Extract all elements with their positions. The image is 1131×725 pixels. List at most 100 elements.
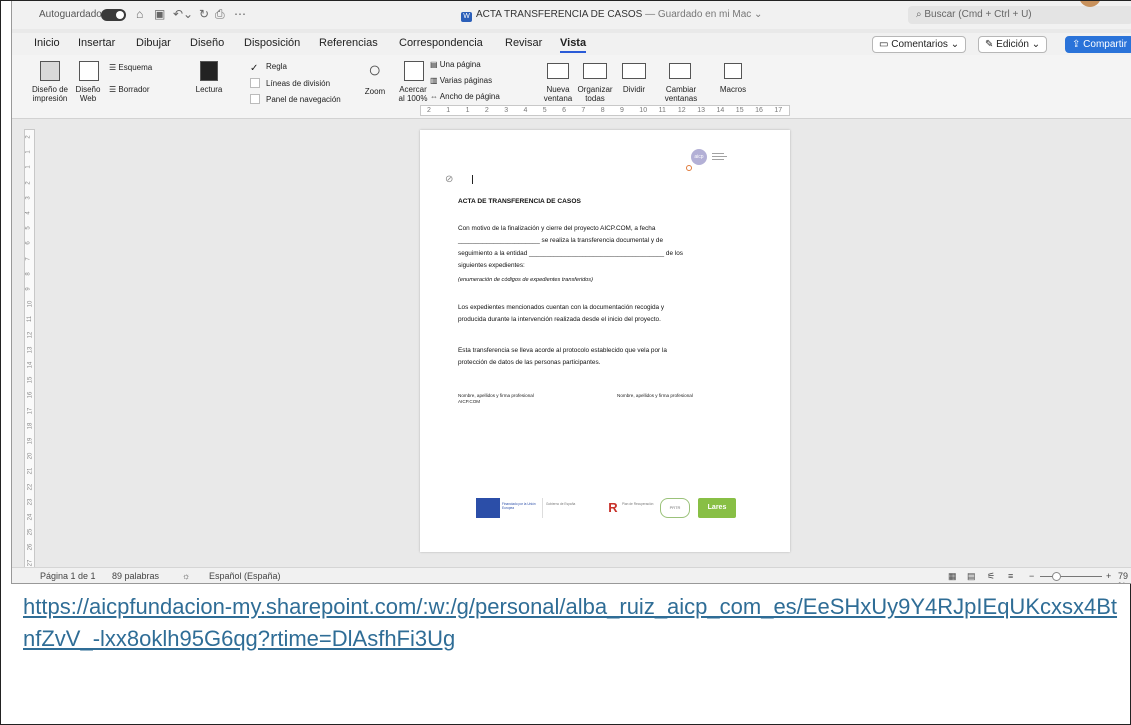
check-icon: ✓ (250, 63, 259, 74)
ruler-tick-label: 13 (697, 107, 705, 114)
arrange-all-icon (583, 63, 607, 79)
macros-label: Macros (719, 85, 747, 94)
ruler-tick-label: 1 (25, 165, 32, 170)
recovery-plan-text: Plan de Recuperación (622, 502, 654, 506)
ruler-tick-label: 27 (27, 559, 34, 566)
proofing-icon[interactable]: ☼ (182, 571, 190, 581)
signature-left-line: Nombre, apellidos y firma profesional (458, 393, 534, 398)
one-page-button[interactable]: ▤ Una página (430, 60, 481, 69)
macros-icon (724, 63, 742, 79)
share-label: Compartir (1083, 39, 1128, 50)
draft-button[interactable]: ☰ Borrador (109, 85, 150, 94)
split-label: Dividir (622, 85, 646, 94)
zoom-out-icon[interactable]: − (1029, 571, 1034, 581)
print-icon[interactable]: ⎙ (215, 7, 225, 22)
ruler-tick-label: 4 (523, 107, 528, 114)
page-count[interactable]: Página 1 de 1 (40, 571, 96, 581)
web-layout-icon (79, 61, 99, 81)
ruler-tick-label: 10 (27, 300, 34, 308)
document-title-text: ACTA TRANSFERENCIA DE CASOS (476, 9, 643, 20)
ruler-tick-label: 6 (562, 107, 566, 114)
aicp-logo-text: ▬▬▬▬ ▬▬▬▬▬ ▬▬▬▬ (712, 151, 727, 161)
editing-button[interactable]: ✎ Edición ⌄ (978, 36, 1048, 53)
print-layout-view-icon[interactable]: ▦ (948, 571, 957, 582)
share-button[interactable]: ⇪ Compartir (1065, 36, 1131, 53)
status-bar: Página 1 de 1 89 palabras ☼ Español (Esp… (12, 567, 1131, 583)
ruler-tick-label: 1 (465, 107, 470, 114)
zoom-100-label: Acercar al 100% (398, 85, 428, 103)
sharepoint-link[interactable]: https://aicpfundacion-my.sharepoint.com/… (23, 591, 1123, 655)
search-placeholder: Buscar (Cmd + Ctrl + U) (924, 9, 1032, 20)
comments-button[interactable]: ▭ Comentarios ⌄ (872, 36, 967, 53)
ruler-tick-label: 9 (25, 287, 32, 291)
outline-icon: ☰ (109, 63, 119, 72)
undo-icon[interactable]: ↶⌄ (173, 7, 193, 21)
tab-insertar[interactable]: Insertar (78, 37, 115, 49)
editing-label: Edición (996, 39, 1029, 50)
nav-pane-label: Panel de navegación (266, 95, 341, 104)
ruler-tick-label: 7 (581, 107, 586, 114)
vertical-ruler[interactable]: 2 1 1 2 3 4 5 6 7 8 9 10 11 12 13 14 15 16 17 18 19 20 21 22 23 2… (24, 129, 35, 569)
gridlines-checkbox[interactable]: Líneas de división (250, 78, 330, 88)
ruler-tick-label: 16 (755, 107, 763, 114)
doc-title: ACTA DE TRANSFERENCIA DE CASOS (458, 198, 581, 205)
zoom-level[interactable]: 79 % (1118, 571, 1131, 583)
focus-view-icon[interactable]: ⚟ (987, 571, 995, 582)
horizontal-ruler[interactable]: 2 1 1 2 3 4 5 6 7 8 9 10 11 12 13 14 15 16 17 (420, 105, 790, 116)
home-icon[interactable]: ⌂ (136, 7, 143, 21)
tab-disposicion[interactable]: Disposición (244, 37, 300, 49)
reading-label: Lectura (195, 85, 223, 94)
outline-view-icon[interactable]: ≡ (1008, 571, 1013, 581)
ruler-tick-label: 3 (25, 196, 32, 200)
ruler-tick-label: 15 (735, 107, 744, 114)
one-page-icon: ▤ (430, 60, 440, 69)
autosave-label: Autoguardado (39, 9, 102, 20)
page-width-button[interactable]: ⇔ Ancho de página (430, 92, 500, 101)
tab-correspondencia[interactable]: Correspondencia (399, 37, 483, 49)
document-page[interactable]: aicp ▬▬▬▬ ▬▬▬▬▬ ▬▬▬▬ ⊘ ACTA DE TRANSFERENC… (420, 130, 790, 552)
page-width-icon: ⇔ (430, 92, 440, 101)
ruler-tick-label: 14 (716, 107, 725, 114)
save-icon[interactable]: ▣ (154, 7, 165, 21)
ruler-tick-label: 2 (25, 180, 32, 185)
search-input[interactable]: ⌕ Buscar (Cmd + Ctrl + U) (908, 6, 1131, 24)
multiple-pages-button[interactable]: ▥ Varias páginas (430, 76, 492, 85)
checkbox-box (250, 78, 260, 88)
tab-inicio[interactable]: Inicio (34, 37, 60, 49)
signature-left: Nombre, apellidos y firma profesional AI… (458, 393, 534, 405)
tab-vista[interactable]: Vista (560, 37, 587, 53)
menu-tabs: Inicio Insertar Dibujar Diseño Disposici… (12, 33, 1131, 55)
zoom-slider-knob[interactable] (1052, 572, 1061, 581)
outline-button[interactable]: ☰ Esquema (109, 63, 152, 72)
logo-dot (686, 165, 692, 171)
ruler-tick-label: 26 (27, 544, 34, 551)
ruler-tick-label: 17 (774, 107, 783, 114)
web-layout-view-icon[interactable]: ▤ (967, 571, 976, 582)
document-title[interactable]: W ACTA TRANSFERENCIA DE CASOS — Guardado … (461, 9, 762, 22)
ruler-tick-label: 1 (25, 150, 32, 154)
language-status[interactable]: Español (España) (209, 571, 281, 581)
ruler-label: Regla (266, 62, 287, 71)
nav-pane-checkbox[interactable]: Panel de navegación (250, 94, 341, 104)
zoom-slider[interactable] (1040, 576, 1102, 577)
more-icon[interactable]: ⋯ (234, 7, 246, 21)
outline-label: Esquema (118, 63, 153, 72)
tab-diseno[interactable]: Diseño (190, 37, 224, 49)
redo-icon[interactable]: ↻ (199, 7, 209, 21)
paragraph-2-line: Los expedientes mencionados cuentan con … (458, 304, 665, 311)
tab-referencias[interactable]: Referencias (319, 37, 378, 49)
ruler-checkbox[interactable]: ✓ Regla (250, 62, 287, 74)
ruler-tick-label: 11 (27, 316, 34, 323)
tab-revisar[interactable]: Revisar (505, 37, 542, 49)
word-count[interactable]: 89 palabras (112, 571, 159, 581)
zoom-in-icon[interactable]: + (1106, 571, 1111, 581)
arrange-all-label: Organizar todas (577, 85, 613, 103)
page-width-label: Ancho de página (439, 92, 500, 101)
new-window-icon (547, 63, 569, 79)
new-window-label: Nueva ventana (543, 85, 573, 103)
comments-label: Comentarios (891, 39, 948, 50)
tab-dibujar[interactable]: Dibujar (136, 37, 171, 49)
ruler-tick-label: 14 (27, 361, 34, 369)
web-layout-label: Diseño Web (75, 85, 101, 103)
autosave-toggle[interactable] (101, 9, 126, 21)
